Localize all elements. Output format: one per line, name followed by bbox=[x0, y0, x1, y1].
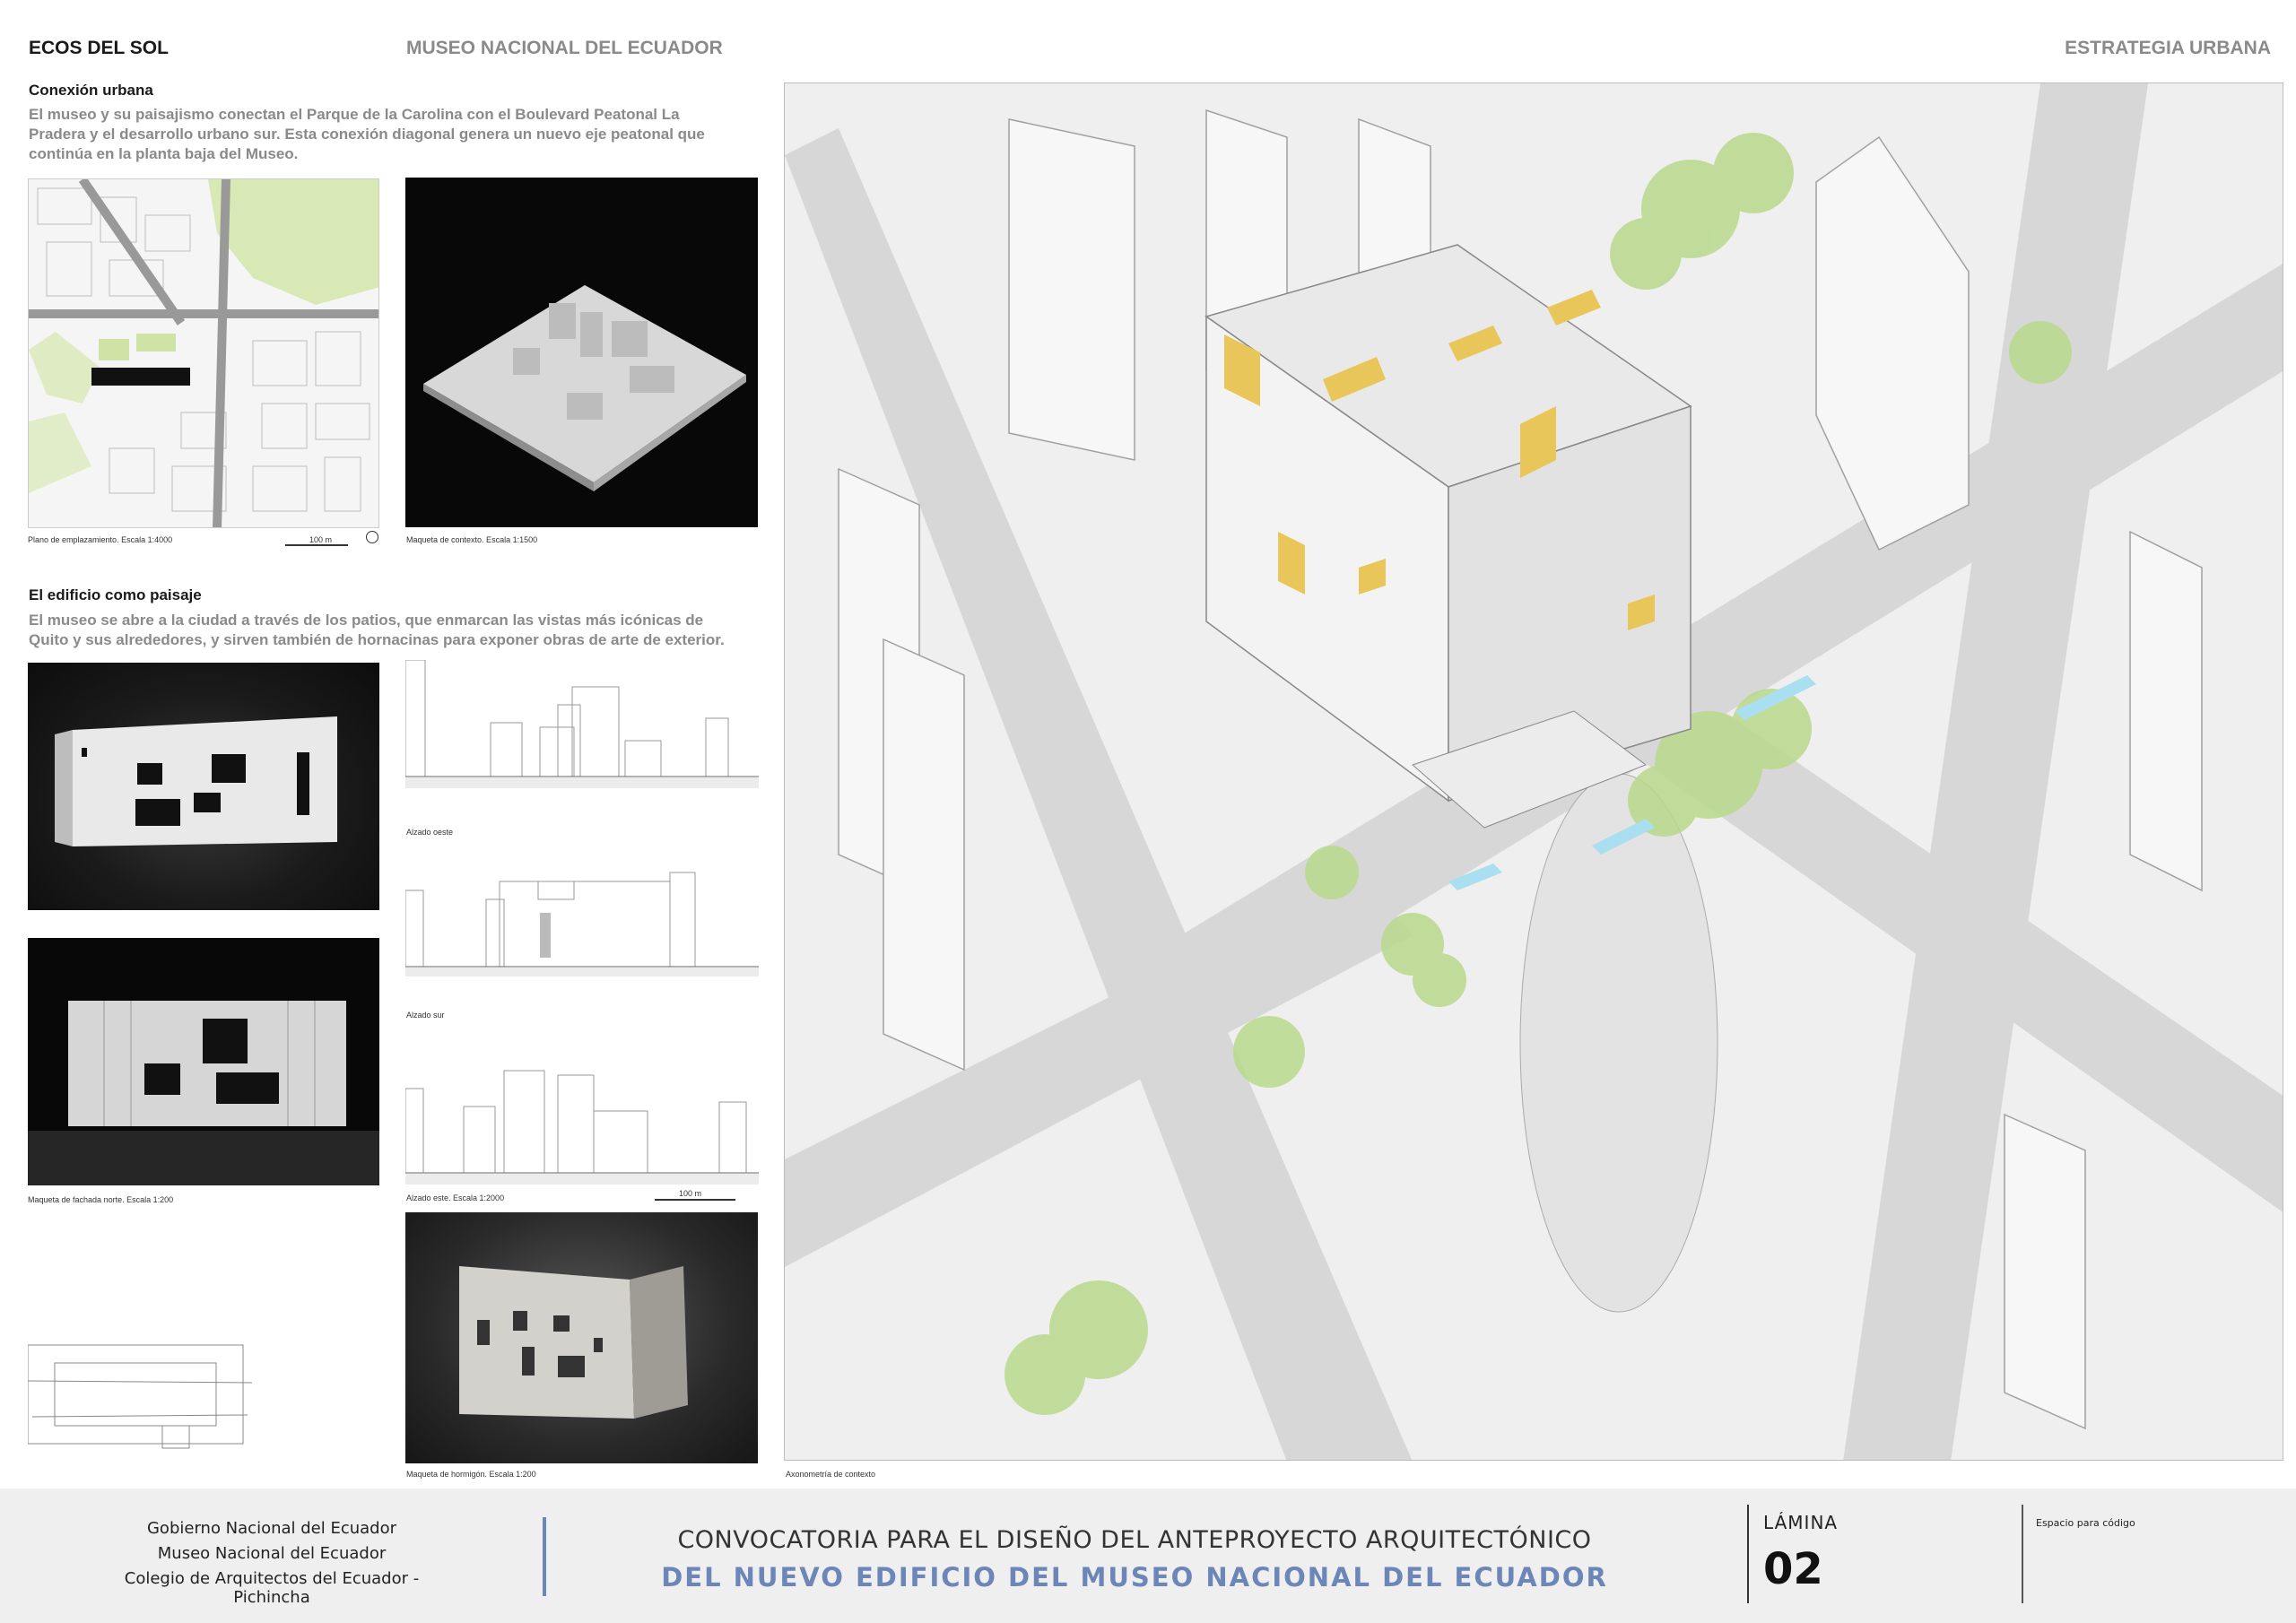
project-title: ECOS DEL SOL bbox=[29, 38, 169, 58]
museum-title: MUSEO NACIONAL DEL ECUADOR bbox=[406, 38, 723, 58]
site-plan-drawing bbox=[29, 179, 378, 527]
concrete-model-caption: Maqueta de hormigón. Escala 1:200 bbox=[406, 1470, 536, 1479]
section-body-building-landscape: El museo se abre a la ciudad a través de… bbox=[29, 611, 764, 650]
code-space-label: Espacio para código bbox=[2036, 1517, 2135, 1529]
shelves-model-drawing bbox=[28, 1001, 379, 1185]
axonometry-drawing bbox=[785, 83, 2283, 1460]
footer-bar: Gobierno Nacional del Ecuador Museo Naci… bbox=[0, 1488, 2296, 1623]
east-elevation-drawing bbox=[405, 1053, 759, 1187]
footer-org-1: Gobierno Nacional del Ecuador bbox=[146, 1519, 397, 1538]
sheet-label: LÁMINA bbox=[1763, 1512, 1839, 1533]
scale-bar bbox=[655, 1199, 735, 1201]
body-line: continúa en la planta baja del Museo. bbox=[29, 145, 299, 162]
section-body-urban-connection: El museo y su paisajismo conectan el Par… bbox=[29, 105, 764, 164]
south-elevation-drawing bbox=[405, 846, 759, 1007]
context-axonometry bbox=[784, 82, 2283, 1461]
context-model-caption: Maqueta de contexto. Escala 1:1500 bbox=[406, 535, 538, 544]
concrete-model-photo bbox=[405, 1212, 758, 1463]
footer-org-2: Museo Nacional del Ecuador bbox=[157, 1544, 387, 1563]
site-plan-scale: 100 m bbox=[309, 535, 333, 544]
facade-model-photo-shelves bbox=[28, 938, 379, 1185]
facade-model-drawing bbox=[55, 716, 337, 846]
west-elevation-caption: Alzado oeste bbox=[406, 828, 454, 837]
footer-divider bbox=[543, 1517, 546, 1596]
body-line: El museo se abre a la ciudad a través de… bbox=[29, 612, 704, 629]
footer-competition-line-2: DEL NUEVO EDIFICIO DEL MUSEO NACIONAL DE… bbox=[661, 1562, 1608, 1593]
footer-competition-line-1: CONVOCATORIA PARA EL DISEÑO DEL ANTEPROY… bbox=[677, 1526, 1592, 1554]
south-elevation-caption: Alzado sur bbox=[406, 1011, 445, 1020]
north-arrow-icon bbox=[366, 531, 378, 543]
axonometry-caption: Axonometría de contexto bbox=[786, 1470, 876, 1479]
code-divider bbox=[2022, 1505, 2023, 1603]
plan-sketch bbox=[28, 1336, 252, 1462]
museum-volume bbox=[1205, 244, 1692, 829]
sheet-number: 02 bbox=[1763, 1544, 1823, 1594]
west-elevation-drawing bbox=[405, 660, 759, 821]
context-model-photo bbox=[405, 178, 758, 527]
footer-org-3: Colegio de Arquitectos del Ecuador - Pic… bbox=[124, 1569, 420, 1607]
body-line: Quito y sus alrededores, y sirven tambié… bbox=[29, 631, 725, 648]
section-title-urban-connection: Conexión urbana bbox=[29, 82, 153, 99]
site-plan-caption: Plano de emplazamiento. Escala 1:4000 bbox=[28, 535, 173, 544]
body-line: Pradera y el desarrollo urbano sur. Esta… bbox=[29, 126, 705, 143]
sheet-section-title: ESTRATEGIA URBANA bbox=[2065, 38, 2271, 58]
north-facade-caption: Maqueta de fachada norte. Escala 1:200 bbox=[28, 1195, 174, 1204]
facade-model-photo-front bbox=[28, 663, 379, 910]
body-line: El museo y su paisajismo conectan el Par… bbox=[29, 106, 680, 123]
section-title-building-landscape: El edificio como paisaje bbox=[29, 586, 202, 603]
concrete-model-drawing bbox=[459, 1266, 688, 1419]
scale-bar bbox=[285, 544, 348, 546]
east-elevation-caption: Alzado este. Escala 1:2000 bbox=[406, 1193, 505, 1202]
site-plan-image bbox=[28, 178, 379, 528]
context-model-drawing bbox=[423, 285, 746, 491]
east-elevation-scale: 100 m bbox=[679, 1189, 702, 1198]
